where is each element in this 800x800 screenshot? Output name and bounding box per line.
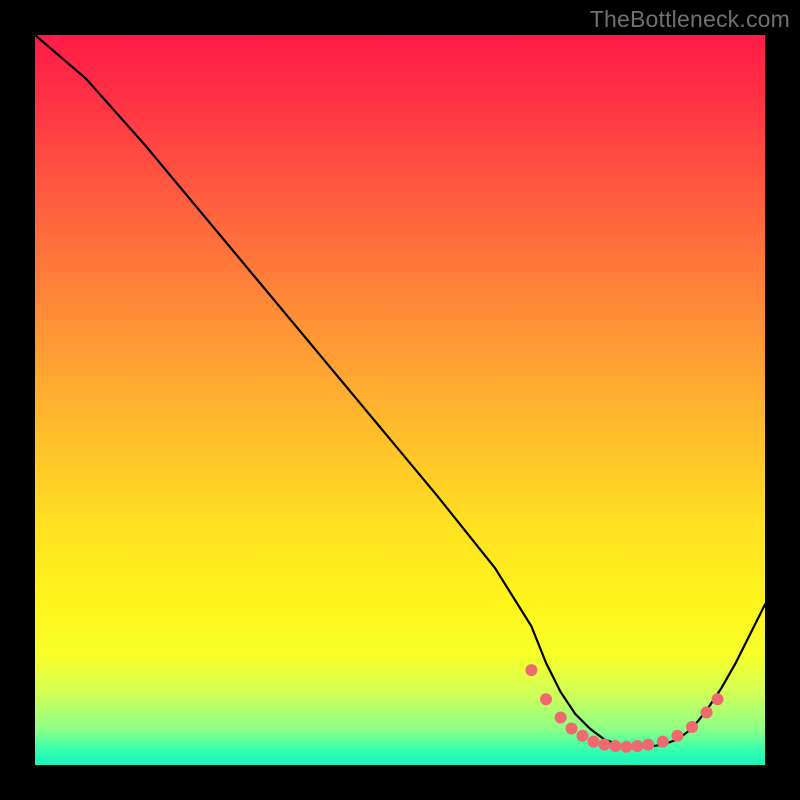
marker-point [657,736,669,748]
marker-point [671,730,683,742]
plot-area [35,35,765,765]
marker-point [609,740,621,752]
marker-point [701,706,713,718]
watermark-text: TheBottleneck.com [590,6,790,33]
marker-point [642,739,654,751]
chart-stage: TheBottleneck.com [0,0,800,800]
marker-point [525,664,537,676]
marker-point [712,693,724,705]
marker-point [555,712,567,724]
marker-point [686,721,698,733]
mismatch-curve [35,35,765,747]
marker-point [588,736,600,748]
marker-point [540,693,552,705]
marker-point [577,730,589,742]
marker-group [525,664,723,753]
marker-point [620,741,632,753]
marker-point [566,723,578,735]
marker-point [598,739,610,751]
marker-point [631,740,643,752]
curve-layer [35,35,765,765]
